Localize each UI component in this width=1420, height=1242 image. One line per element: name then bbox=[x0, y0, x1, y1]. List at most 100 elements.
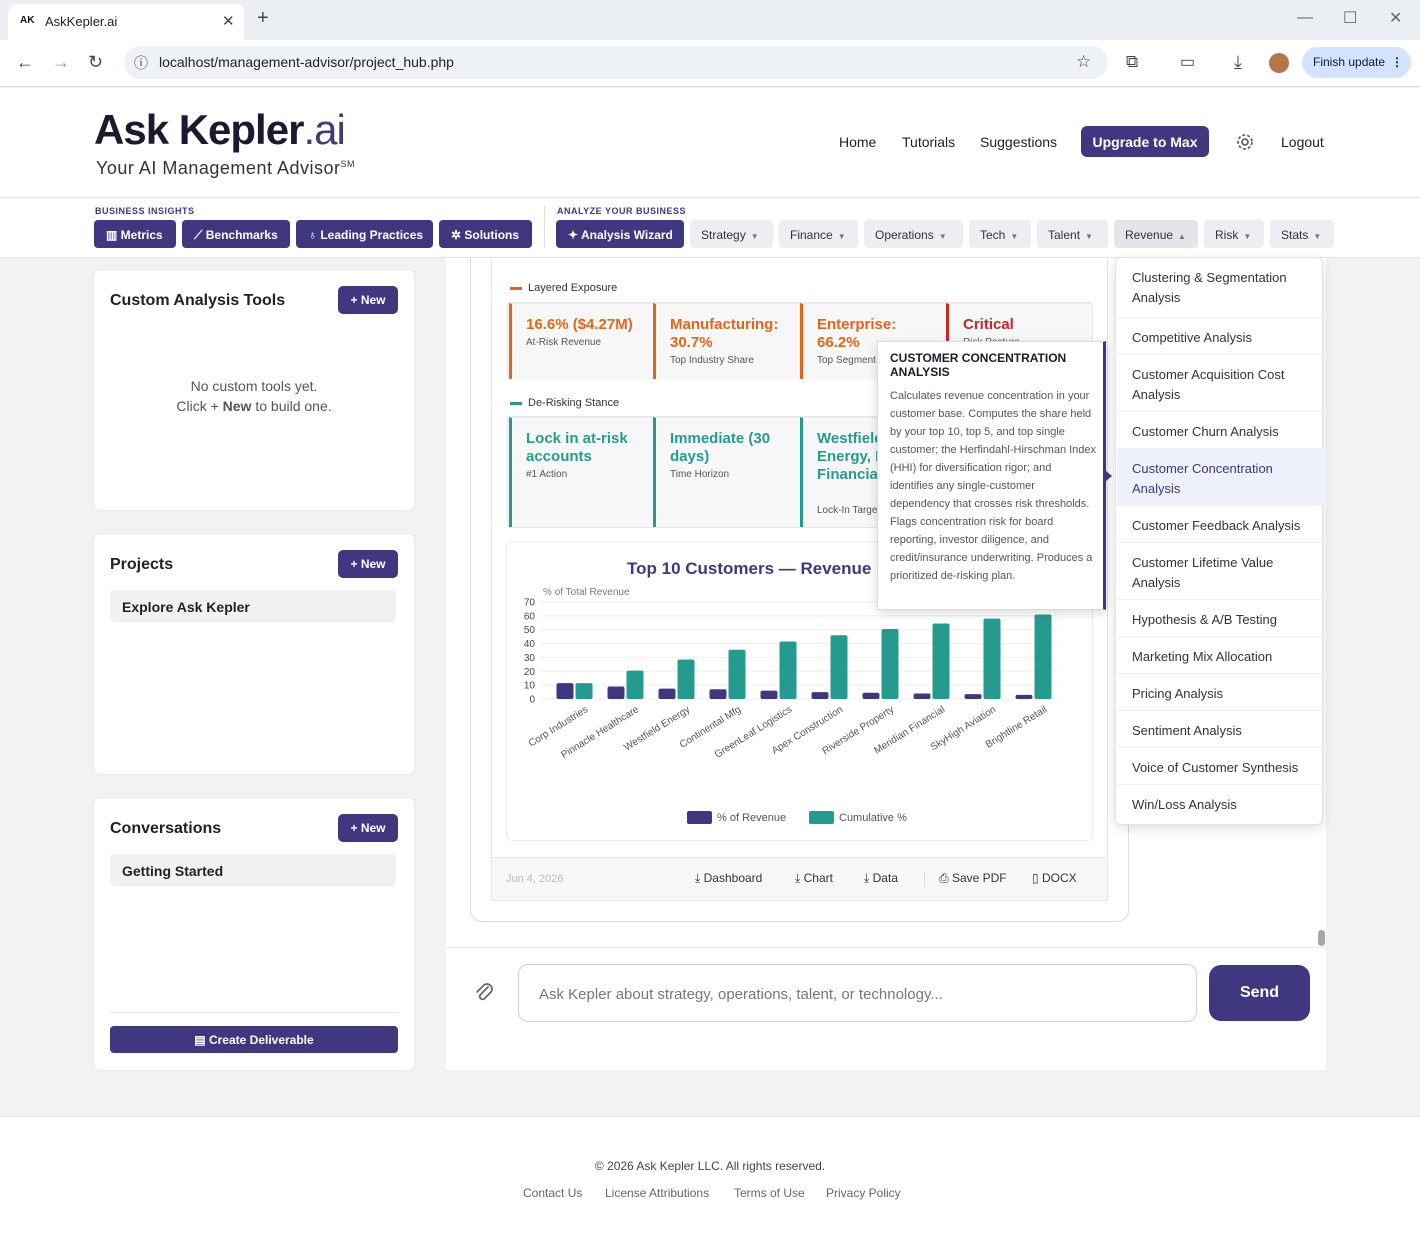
empty-text-c: to build one. bbox=[251, 398, 332, 414]
minimize-icon[interactable]: — bbox=[1297, 9, 1313, 27]
menu-item-clv[interactable]: Customer Lifetime Value Analysis bbox=[1117, 543, 1323, 600]
download-data-button[interactable]: ⤓ Data bbox=[864, 871, 898, 886]
bar bbox=[1015, 694, 1033, 699]
avatar[interactable] bbox=[1269, 53, 1289, 73]
menu-strategy-label: Strategy bbox=[701, 228, 746, 242]
y-tick-label: 50 bbox=[524, 625, 536, 636]
menu-item-concentration[interactable]: Customer Concentration Analysis bbox=[1117, 449, 1323, 506]
download-icon[interactable]: ⤓ bbox=[1234, 52, 1242, 73]
site-header: Ask Kepler.ai Your AI Management Advisor… bbox=[0, 88, 1420, 198]
menu-finance[interactable]: Finance ▼ bbox=[779, 220, 858, 248]
paperclip-icon[interactable] bbox=[472, 981, 496, 1005]
kpi-value: Critical bbox=[963, 316, 1014, 333]
menu-item-win-loss[interactable]: Win/Loss Analysis bbox=[1117, 785, 1323, 824]
download-icon: ⤓ bbox=[795, 871, 804, 885]
logout-link[interactable]: Logout bbox=[1281, 134, 1324, 150]
conversations-card: Conversations + New Getting Started ▤ Cr… bbox=[94, 798, 414, 1070]
solutions-button[interactable]: ✲ Solutions bbox=[439, 220, 532, 248]
scrollbar-thumb[interactable] bbox=[1318, 930, 1325, 946]
nav-home[interactable]: Home bbox=[839, 134, 876, 150]
docx-label: DOCX bbox=[1041, 871, 1077, 885]
menu-stats[interactable]: Stats ▼ bbox=[1270, 220, 1334, 248]
chart-title: Top 10 Customers — Revenue bbox=[627, 559, 871, 578]
analysis-wizard-button[interactable]: ✦ Analysis Wizard bbox=[556, 220, 684, 248]
back-icon[interactable]: ← bbox=[16, 52, 34, 73]
close-window-icon[interactable]: ✕ bbox=[1389, 8, 1402, 28]
docx-button[interactable]: ▯ DOCX bbox=[1032, 871, 1077, 885]
kpi-top-industry: Manufacturing: 30.7% Top Industry Share bbox=[653, 303, 800, 379]
maximize-icon[interactable]: ☐ bbox=[1343, 8, 1357, 28]
menu-operations[interactable]: Operations ▼ bbox=[864, 220, 963, 248]
menu-item-voc[interactable]: Voice of Customer Synthesis bbox=[1117, 748, 1323, 785]
gear-icon[interactable] bbox=[1234, 131, 1256, 153]
bookmark-star-icon[interactable]: ☆ bbox=[1076, 52, 1091, 72]
footer-terms-link[interactable]: Terms of Use bbox=[734, 1186, 805, 1200]
logo[interactable]: Ask Kepler.ai bbox=[94, 106, 346, 154]
menu-revenue[interactable]: Revenue ▲ bbox=[1114, 220, 1198, 248]
footer-privacy-link[interactable]: Privacy Policy bbox=[826, 1186, 901, 1200]
site-info-icon[interactable]: ⓘ bbox=[134, 53, 148, 73]
chat-input[interactable]: Ask Kepler about strategy, operations, t… bbox=[518, 964, 1197, 1022]
menu-strategy[interactable]: Strategy ▼ bbox=[690, 220, 773, 248]
finish-update-button[interactable]: Finish update ⋮ bbox=[1302, 47, 1411, 78]
chevron-down-icon: ▼ bbox=[938, 232, 947, 241]
close-tab-icon[interactable]: ✕ bbox=[222, 12, 235, 30]
analysis-toolbar: BUSINESS INSIGHTS ▥ Metrics ⟋ Benchmarks… bbox=[0, 198, 1420, 258]
menu-item-marketing-mix[interactable]: Marketing Mix Allocation bbox=[1117, 637, 1323, 674]
menu-tech[interactable]: Tech ▼ bbox=[969, 220, 1031, 248]
bar bbox=[760, 690, 778, 699]
download-dashboard-button[interactable]: ⤓ Dashboard bbox=[695, 871, 762, 886]
projects-card: Projects + New Explore Ask Kepler bbox=[94, 534, 414, 774]
menu-item-feedback[interactable]: Customer Feedback Analysis bbox=[1117, 506, 1323, 543]
download-data-label: Data bbox=[872, 871, 898, 885]
bar bbox=[556, 683, 574, 699]
forward-icon[interactable]: → bbox=[52, 52, 70, 73]
project-item[interactable]: Explore Ask Kepler bbox=[110, 590, 396, 622]
lightbulb-icon: ♁ bbox=[308, 228, 321, 242]
menu-item-competitive[interactable]: Competitive Analysis bbox=[1117, 318, 1323, 355]
cast-icon[interactable]: ▭ bbox=[1180, 52, 1195, 72]
benchmarks-button[interactable]: ⟋ Benchmarks bbox=[182, 220, 290, 248]
send-button[interactable]: Send bbox=[1209, 965, 1310, 1021]
menu-item-churn[interactable]: Customer Churn Analysis bbox=[1117, 412, 1323, 449]
footer-contact-link[interactable]: Contact Us bbox=[523, 1186, 582, 1200]
menu-item-cac[interactable]: Customer Acquisition Cost Analysis bbox=[1117, 355, 1323, 412]
save-pdf-button[interactable]: ⎙ Save PDF bbox=[939, 871, 1007, 886]
conversation-item[interactable]: Getting Started bbox=[110, 854, 396, 886]
footer-license-link[interactable]: License Attributions bbox=[605, 1186, 709, 1200]
kpi-action: Lock in at-risk accounts #1 Action bbox=[509, 417, 653, 527]
benchmarks-label: Benchmarks bbox=[205, 228, 278, 242]
metrics-button[interactable]: ▥ Metrics bbox=[94, 220, 176, 248]
kpi-caption: Lock-In Targets bbox=[817, 505, 886, 516]
menu-item-pricing[interactable]: Pricing Analysis bbox=[1117, 674, 1323, 711]
new-tool-button[interactable]: + New bbox=[338, 286, 398, 314]
new-conversation-button[interactable]: + New bbox=[338, 814, 398, 842]
address-bar[interactable]: ⓘ localhost/management-advisor/project_h… bbox=[124, 46, 1108, 79]
create-deliverable-button[interactable]: ▤ Create Deliverable bbox=[110, 1026, 398, 1053]
kpi-caption: Top Segment bbox=[817, 355, 876, 366]
divider bbox=[924, 871, 925, 887]
download-chart-label: Chart bbox=[803, 871, 833, 885]
menu-risk[interactable]: Risk ▼ bbox=[1204, 220, 1264, 248]
business-insights-label: BUSINESS INSIGHTS bbox=[95, 206, 195, 216]
menu-risk-label: Risk bbox=[1215, 228, 1239, 242]
browser-tab[interactable]: AK AskKepler.ai ✕ bbox=[8, 4, 244, 40]
divider bbox=[110, 1012, 398, 1013]
download-chart-button[interactable]: ⤓ Chart bbox=[795, 871, 833, 886]
derisk-marker bbox=[510, 402, 522, 405]
reload-icon[interactable]: ↻ bbox=[88, 52, 103, 73]
upgrade-button[interactable]: Upgrade to Max bbox=[1081, 126, 1209, 157]
sparkle-icon: ✦ bbox=[568, 228, 581, 242]
extensions-icon[interactable]: ⧉ bbox=[1126, 52, 1138, 72]
nav-tutorials[interactable]: Tutorials bbox=[902, 134, 955, 150]
leading-practices-button[interactable]: ♁ Leading Practices bbox=[296, 220, 433, 248]
analysis-wizard-label: Analysis Wizard bbox=[580, 228, 673, 242]
analysis-tooltip: CUSTOMER CONCENTRATION ANALYSIS Calculat… bbox=[877, 341, 1106, 610]
new-project-button[interactable]: + New bbox=[338, 550, 398, 578]
menu-item-clustering[interactable]: Clustering & Segmentation Analysis bbox=[1117, 258, 1323, 318]
nav-suggestions[interactable]: Suggestions bbox=[980, 134, 1057, 150]
menu-item-sentiment[interactable]: Sentiment Analysis bbox=[1117, 711, 1323, 748]
menu-talent[interactable]: Talent ▼ bbox=[1037, 220, 1108, 248]
menu-item-ab-testing[interactable]: Hypothesis & A/B Testing bbox=[1117, 600, 1323, 637]
new-tab-icon[interactable]: + bbox=[257, 8, 269, 28]
